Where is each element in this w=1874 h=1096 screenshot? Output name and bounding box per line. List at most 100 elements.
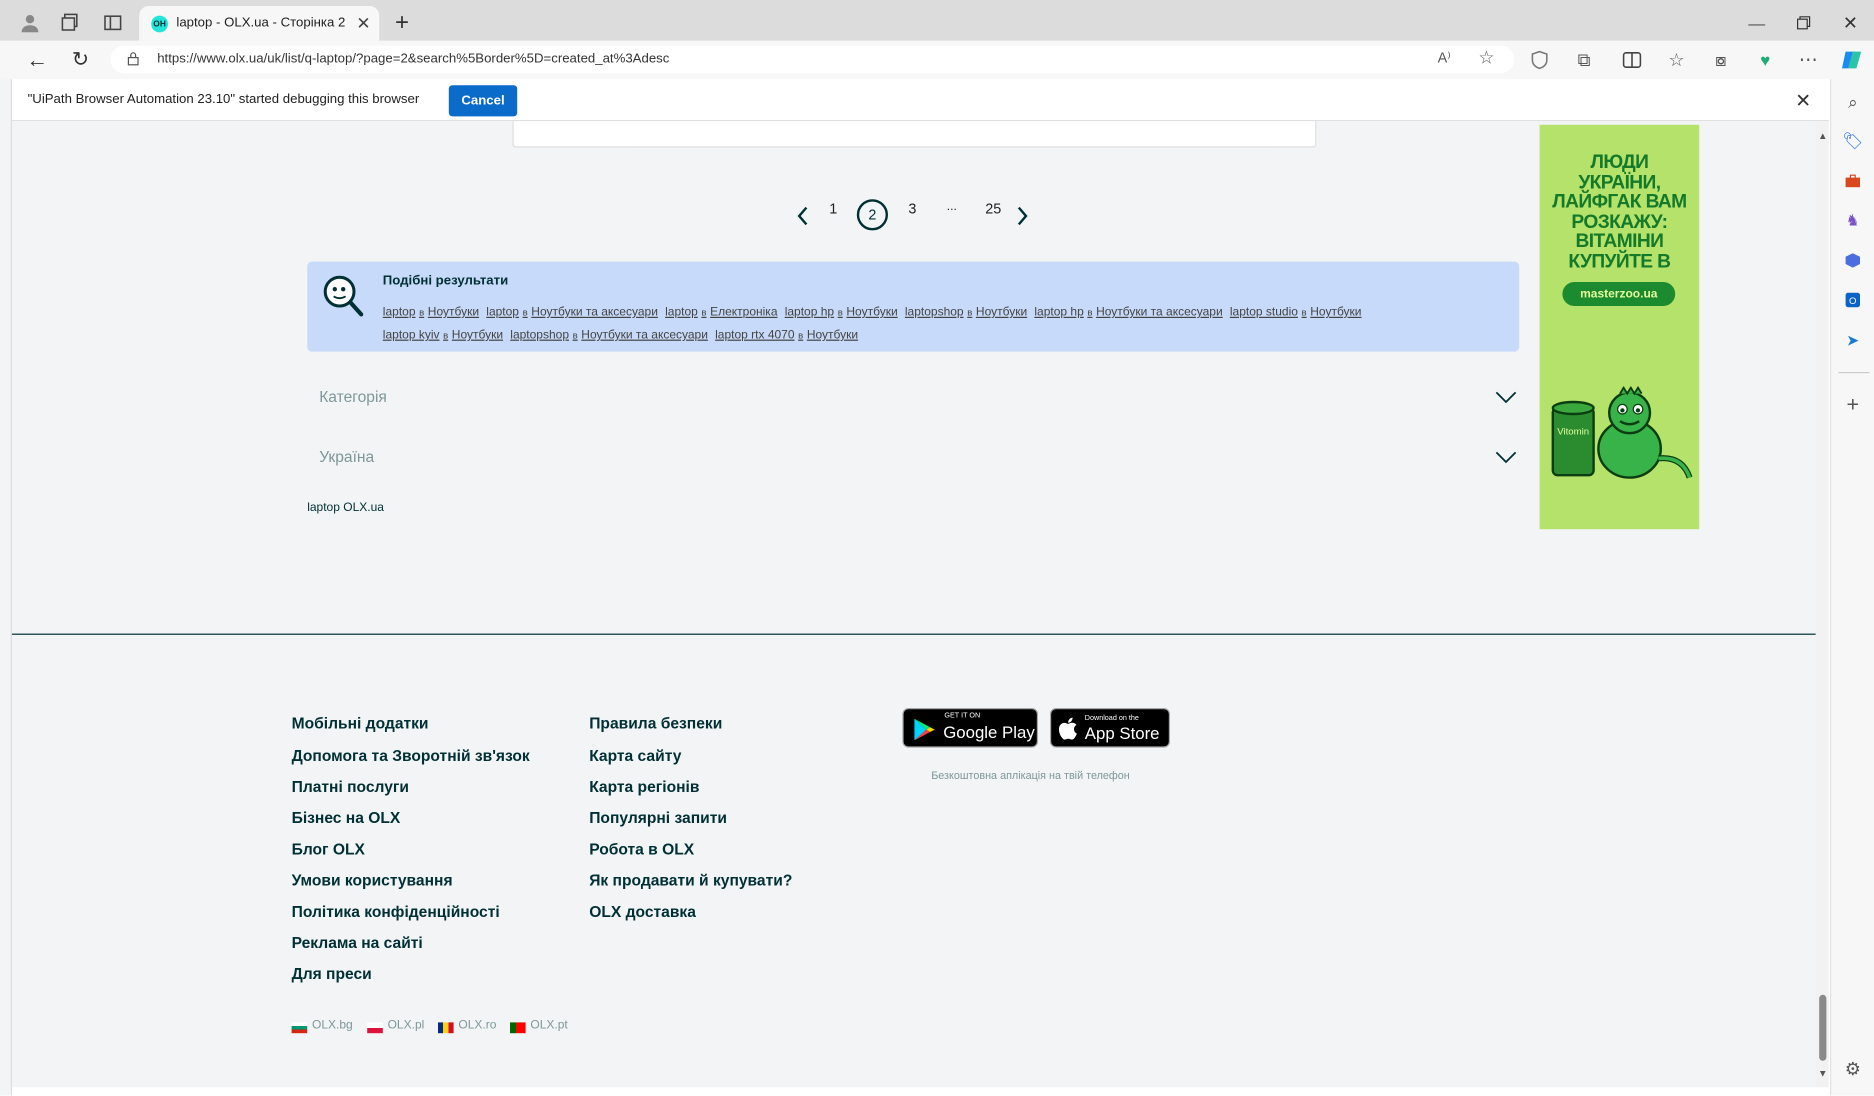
footer-link-terms[interactable]: Умови користування: [292, 871, 453, 889]
category-accordion[interactable]: Категорія: [307, 379, 1519, 415]
scroll-up-icon[interactable]: ▲: [1818, 131, 1828, 142]
related-connector: в: [967, 307, 973, 318]
sidebar-divider: [1838, 372, 1870, 374]
sidebar-games-icon[interactable]: ♞: [1841, 209, 1865, 233]
debugging-infobar: "UiPath Browser Automation 23.10" starte…: [12, 80, 1829, 122]
profile-icon[interactable]: [19, 12, 41, 34]
related-category: Ноутбуки: [846, 306, 898, 320]
footer-link-popular[interactable]: Популярні запити: [589, 809, 727, 827]
related-category: Ноутбуки: [451, 328, 504, 342]
page-link-3[interactable]: 3: [908, 200, 916, 217]
address-bar[interactable]: https://www.olx.ua/uk/list/q-laptop/?pag…: [110, 45, 1515, 74]
restore-icon[interactable]: [1793, 12, 1815, 34]
browser-essentials-icon[interactable]: [1528, 48, 1552, 72]
sidebar-add-icon[interactable]: +: [1841, 392, 1865, 416]
lock-icon[interactable]: [127, 52, 139, 70]
related-connector: в: [701, 307, 707, 318]
related-category: Електроніка: [710, 306, 778, 320]
page-scrollbar[interactable]: ▲ ▼: [1815, 121, 1829, 1088]
related-search-link[interactable]: laptop kyiv в Ноутбуки: [383, 329, 503, 342]
minimize-icon[interactable]: —: [1746, 12, 1768, 34]
related-query: laptop kyiv: [382, 328, 440, 342]
related-search-link[interactable]: laptop в Електроніка: [665, 306, 777, 319]
footer-link-help[interactable]: Допомога та Зворотній зв'язок: [292, 746, 530, 764]
related-category: Ноутбуки та аксесуари: [581, 328, 708, 342]
page-link-current[interactable]: 2: [856, 199, 889, 231]
page-link-25[interactable]: 25: [985, 200, 1001, 217]
sidebar-m365-icon[interactable]: [1841, 248, 1865, 272]
footer-link-delivery[interactable]: OLX доставка: [589, 902, 696, 920]
footer-link-paid-services[interactable]: Платні послуги: [292, 778, 409, 796]
tab-close-icon[interactable]: ✕: [356, 13, 370, 33]
favorites-icon[interactable]: ☆: [1664, 48, 1688, 72]
related-search-link[interactable]: laptop hp в Ноутбуки: [785, 306, 898, 319]
related-title: Подібні результати: [382, 273, 509, 288]
infobar-cancel-button[interactable]: Cancel: [448, 85, 518, 117]
edge-sidebar: ⌕ 🏷 ♞ O ➤ + ⚙: [1830, 79, 1874, 1096]
window-close-icon[interactable]: ✕: [1840, 12, 1862, 33]
sidebar-search-icon[interactable]: ⌕: [1841, 90, 1865, 114]
read-aloud-icon[interactable]: A⁾: [1438, 49, 1451, 66]
workspaces-icon[interactable]: [60, 12, 82, 34]
collections-icon[interactable]: ⧇: [1709, 48, 1733, 72]
footer-link-careers[interactable]: Робота в OLX: [589, 840, 694, 858]
more-menu-icon[interactable]: ⋯: [1796, 48, 1820, 72]
related-query: laptop: [486, 306, 519, 320]
related-row-1: laptop в Ноутбуки laptop в Ноутбуки та аксесу…: [383, 300, 1369, 322]
country-site-pt[interactable]: OLX.pt: [530, 1019, 567, 1032]
footer-link-sitemap[interactable]: Карта сайту: [589, 746, 681, 764]
next-page-icon[interactable]: [1014, 204, 1031, 228]
related-search-link[interactable]: laptop в Ноутбуки та аксесуари: [486, 306, 658, 319]
google-play-button[interactable]: GET IT ON Google Play: [902, 708, 1038, 748]
footer-link-advertising[interactable]: Реклама на сайті: [292, 934, 423, 952]
footer-link-regions[interactable]: Карта регіонів: [589, 778, 699, 796]
extensions-icon[interactable]: ⧉: [1572, 48, 1596, 72]
sidebar-send-icon[interactable]: ➤: [1841, 329, 1865, 353]
sidebar-outlook-icon[interactable]: O: [1841, 288, 1865, 312]
related-query: laptop hp: [1034, 306, 1084, 320]
footer-link-privacy[interactable]: Політика конфіденційності: [292, 902, 500, 920]
split-screen-icon[interactable]: [1620, 48, 1644, 72]
country-site-ro[interactable]: OLX.ro: [458, 1019, 496, 1032]
related-search-link[interactable]: laptop в Ноутбуки: [383, 306, 479, 319]
related-query: laptop: [382, 306, 416, 320]
page-link-1[interactable]: 1: [829, 200, 837, 217]
country-site-bg[interactable]: OLX.bg: [312, 1019, 353, 1032]
scroll-down-icon[interactable]: ▼: [1818, 1068, 1828, 1079]
related-search-link[interactable]: laptop rtx 4070 в Ноутбуки: [715, 329, 858, 342]
app-store-button[interactable]: Download on the App Store: [1050, 708, 1170, 748]
active-tab[interactable]: OH laptop - OLX.ua - Сторінка 2 ✕: [139, 6, 380, 41]
related-search-link[interactable]: laptopshop в Ноутбуки: [905, 306, 1027, 319]
footer-link-mobile-apps[interactable]: Мобільні додатки: [292, 714, 429, 732]
footer-link-press[interactable]: Для преси: [292, 965, 372, 983]
footer-link-how-to[interactable]: Як продавати й купувати?: [589, 871, 792, 889]
footer-link-blog[interactable]: Блог OLX: [292, 840, 365, 858]
ad-banner[interactable]: ЛЮДИ УКРАЇНИ, ЛАЙФГАК ВАМ РОЗКАЖУ: ВІТАМ…: [1539, 124, 1700, 530]
vertical-tabs-icon[interactable]: [102, 12, 124, 34]
google-play-icon: [912, 718, 936, 748]
scroll-thumb[interactable]: [1819, 994, 1827, 1061]
prev-page-icon[interactable]: [794, 204, 811, 228]
refresh-icon[interactable]: ↻: [68, 48, 92, 72]
related-search-link[interactable]: laptopshop в Ноутбуки та аксесуари: [510, 329, 708, 342]
related-row-2: laptop kyiv в Ноутбуки laptopshop в Ноутбуки …: [383, 323, 866, 345]
ad-can-label: Vitomin: [1557, 426, 1589, 437]
footer-link-business[interactable]: Бізнес на OLX: [292, 809, 401, 827]
sidebar-tools-icon[interactable]: [1841, 169, 1865, 193]
sidebar-shopping-icon[interactable]: 🏷: [1841, 128, 1865, 152]
new-tab-icon[interactable]: +: [391, 9, 413, 35]
related-search-link[interactable]: laptop studio в Ноутбуки: [1230, 306, 1362, 319]
country-site-pl[interactable]: OLX.pl: [388, 1019, 425, 1032]
related-search-link[interactable]: laptop hp в Ноутбуки та аксесуари: [1034, 306, 1222, 319]
favorite-star-icon[interactable]: ☆: [1478, 47, 1494, 68]
sidebar-settings-icon[interactable]: ⚙: [1841, 1057, 1865, 1081]
footer-link-safety[interactable]: Правила безпеки: [589, 714, 722, 732]
related-category: Ноутбуки та аксесуари: [531, 306, 658, 320]
back-icon[interactable]: ←: [25, 47, 49, 72]
related-query: laptop: [665, 306, 698, 320]
edge-copilot-icon[interactable]: [1840, 47, 1864, 73]
region-accordion[interactable]: Україна: [307, 439, 1519, 475]
tab-title: laptop - OLX.ua - Сторінка 2: [176, 15, 346, 31]
infobar-close-icon[interactable]: ✕: [1795, 89, 1811, 113]
performance-icon[interactable]: ♥: [1753, 48, 1777, 72]
